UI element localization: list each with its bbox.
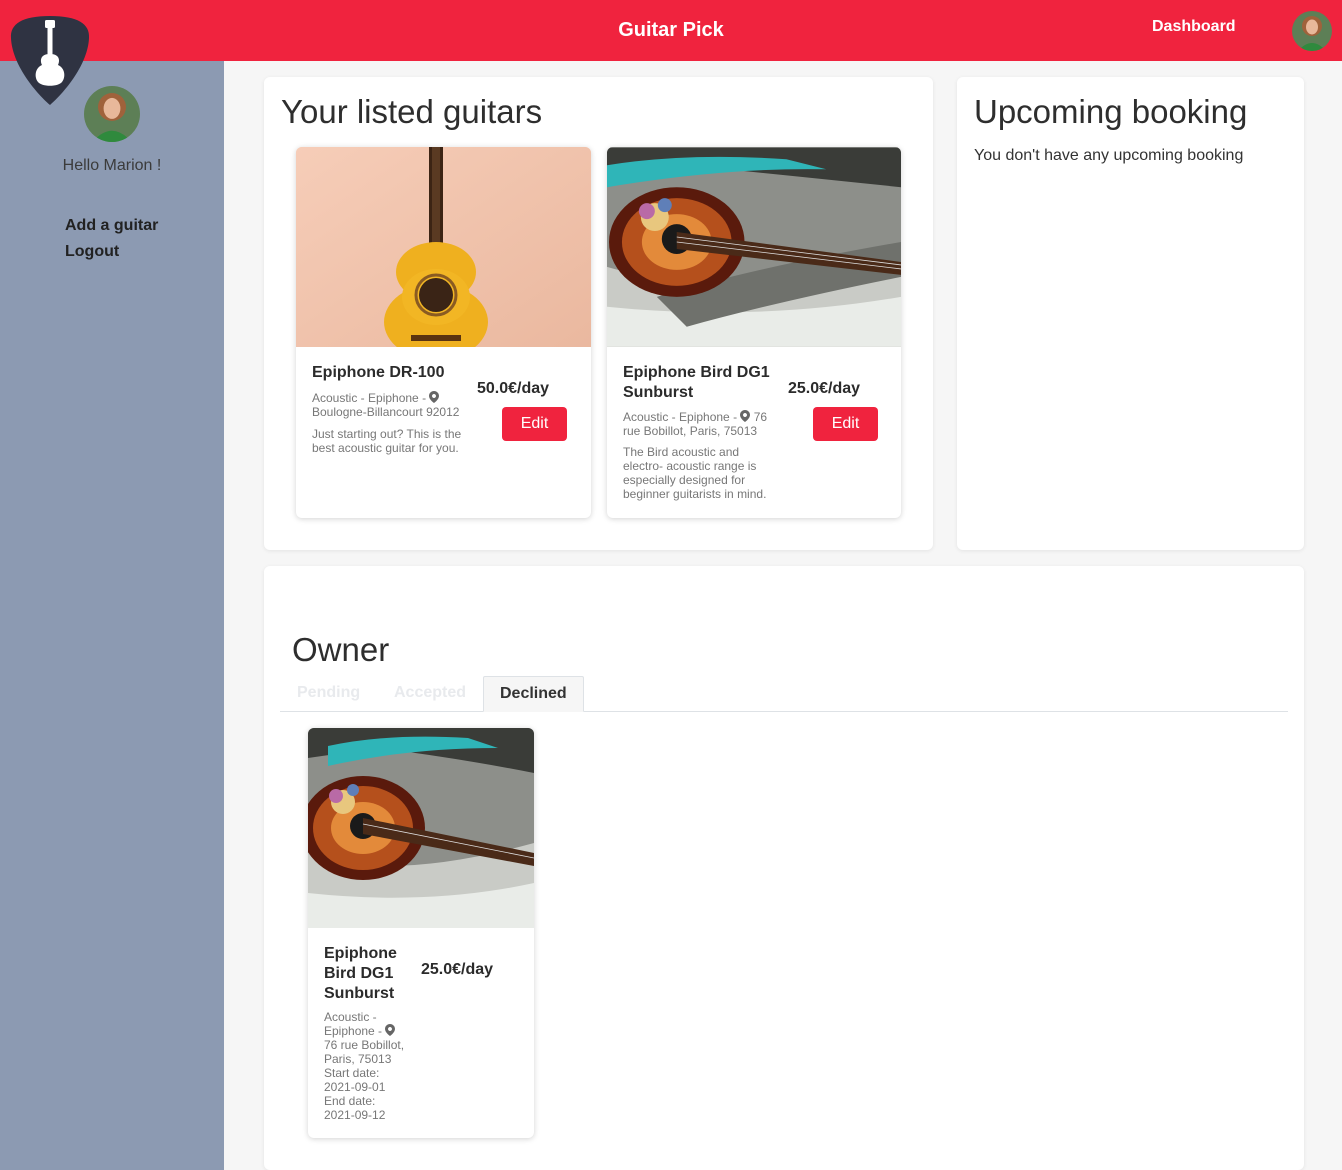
- guitar-image: [296, 147, 591, 347]
- upcoming-booking-title: Upcoming booking: [974, 93, 1248, 130]
- guitar-pick-logo[interactable]: [10, 14, 90, 106]
- guitar-meta: Acoustic - Epiphone - Boulogne-Billancou…: [312, 391, 472, 419]
- guitar-name: Epiphone Bird DG1 Sunburst: [623, 364, 770, 401]
- tab-declined[interactable]: Declined: [483, 676, 584, 712]
- declined-booking-card: Epiphone Bird DG1 Sunburst 25.0€/day Aco…: [308, 728, 534, 1138]
- listed-guitars-title: Your listed guitars: [281, 93, 543, 130]
- add-guitar-link[interactable]: Add a guitar: [65, 213, 158, 239]
- guitar-meta: Acoustic - Epiphone - 76 rue Bobillot, P…: [623, 410, 783, 438]
- guitar-card: Epiphone Bird DG1 Sunburst 25.0€/day Aco…: [607, 147, 901, 518]
- navbar: Guitar Pick Dashboard: [0, 0, 1342, 61]
- no-booking-text: You don't have any upcoming booking: [974, 147, 1244, 164]
- start-date: 2021-09-01: [324, 1080, 386, 1094]
- listed-guitars-panel: Your listed guitars Epiphone DR-100 50.0…: [264, 77, 933, 550]
- guitar-location: Boulogne-Billancourt 92012: [312, 405, 460, 419]
- location-pin-icon: [385, 1024, 395, 1036]
- upcoming-booking-panel: Upcoming booking You don't have any upco…: [957, 77, 1304, 550]
- edit-button[interactable]: Edit: [502, 407, 567, 441]
- start-date-label: Start date:: [324, 1066, 380, 1080]
- booking-details: Acoustic - Epiphone - 76 rue Bobillot, P…: [324, 1010, 409, 1122]
- guitar-name: Epiphone DR-100: [312, 364, 445, 381]
- guitar-location: 76 rue Bobillot, Paris, 75013: [324, 1038, 405, 1066]
- guitar-price: 50.0€/day: [477, 380, 550, 397]
- owner-tabs: Pending Accepted Declined: [280, 676, 1288, 712]
- app-title: Guitar Pick: [618, 19, 724, 41]
- tab-pending[interactable]: Pending: [281, 676, 376, 712]
- guitar-name: Epiphone Bird DG1 Sunburst: [324, 945, 397, 1002]
- guitar-card: Epiphone DR-100 50.0€/day Acoustic - Epi…: [296, 147, 591, 518]
- end-date-label: End date:: [324, 1094, 376, 1108]
- logout-link[interactable]: Logout: [65, 239, 158, 265]
- guitar-image: [607, 147, 901, 347]
- guitar-street-number: 76: [753, 410, 768, 424]
- sidebar: Hello Marion ! Add a guitar Logout: [0, 61, 224, 1170]
- location-pin-icon: [429, 391, 439, 403]
- edit-button[interactable]: Edit: [813, 407, 878, 441]
- greeting-text: Hello Marion !: [62, 157, 162, 174]
- guitar-type-brand: Acoustic - Epiphone -: [324, 1010, 383, 1038]
- guitar-image: [308, 728, 534, 928]
- guitar-location: rue Bobillot, Paris, 75013: [623, 424, 758, 438]
- sidebar-menu: Add a guitar Logout: [65, 213, 158, 265]
- guitar-type-brand: Acoustic - Epiphone -: [623, 410, 738, 424]
- guitar-type-brand: Acoustic - Epiphone -: [312, 391, 427, 405]
- guitar-description: The Bird acoustic and electro- acoustic …: [623, 445, 767, 501]
- end-date: 2021-09-12: [324, 1108, 386, 1122]
- sidebar-avatar: [84, 86, 140, 142]
- guitar-description: Just starting out? This is the best acou…: [312, 427, 462, 455]
- owner-title: Owner: [292, 631, 390, 668]
- guitar-price: 25.0€/day: [421, 961, 494, 978]
- guitar-price: 25.0€/day: [788, 380, 861, 397]
- location-pin-icon: [740, 410, 750, 422]
- user-avatar-menu[interactable]: [1292, 11, 1332, 51]
- tab-accepted[interactable]: Accepted: [378, 676, 482, 712]
- dashboard-link[interactable]: Dashboard: [1152, 18, 1236, 36]
